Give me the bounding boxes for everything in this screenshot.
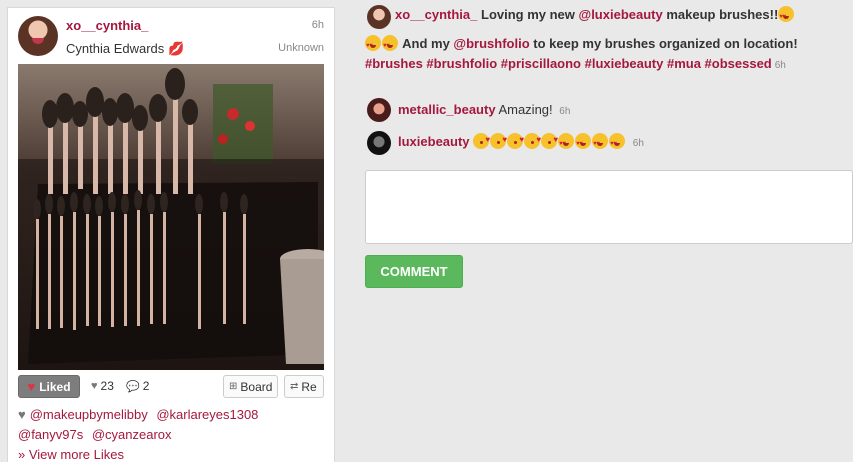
mention-link[interactable]: @brushfolio — [453, 36, 529, 51]
full-name-text: Cynthia Edwards — [66, 41, 165, 56]
liker-link[interactable]: @fanyv97s — [18, 427, 83, 442]
comment-username[interactable]: metallic_beauty — [398, 102, 496, 117]
plus-square-icon: ⊞ — [229, 381, 238, 392]
brushes-photo-illustration — [18, 64, 324, 370]
heart-eyes-emoji-icon — [592, 133, 609, 154]
comments-count-value: 2 — [142, 379, 150, 393]
heart-eyes-emoji-icon — [365, 35, 381, 56]
comment-username[interactable]: luxiebeauty — [398, 134, 470, 149]
comment-time: 6h — [632, 138, 644, 149]
heart-eyes-emoji-icon — [575, 133, 592, 154]
liked-button[interactable]: ♥ Liked — [18, 375, 80, 398]
commenter-avatar[interactable] — [367, 98, 391, 122]
kiss-lips-icon: 💋 — [168, 41, 185, 56]
mention-link[interactable]: @luxiebeauty — [579, 7, 663, 22]
repost-button[interactable]: ⇄ Re — [284, 375, 324, 398]
post-actions: ♥ Liked ♥ 23 💬 2 ⊞ Board ⇄ Re — [18, 375, 324, 399]
board-label: Board — [240, 379, 273, 394]
heart-eyes-emoji-icon — [609, 133, 626, 154]
user-avatar[interactable] — [18, 16, 58, 56]
comment-emoji-row — [473, 130, 630, 154]
board-button[interactable]: ⊞ Board — [223, 375, 279, 398]
post-card: xo__cynthia_ Cynthia Edwards 💋 6h Unknown — [7, 7, 335, 462]
repost-arrows-icon: ⇄ — [290, 381, 299, 392]
comment-button[interactable]: Comment — [365, 255, 463, 288]
caption: xo__cynthia_ Loving my new @luxiebeauty … — [395, 5, 835, 27]
post-header: xo__cynthia_ Cynthia Edwards 💋 6h Unknown — [8, 8, 334, 64]
comment-item: metallic_beauty Amazing! 6h — [398, 100, 570, 122]
caption-username[interactable]: xo__cynthia_ — [395, 7, 477, 22]
likes-count-value: 23 — [100, 379, 114, 393]
kiss-emoji-icon — [473, 130, 490, 150]
comment-input[interactable] — [365, 170, 853, 244]
kiss-emoji-icon — [490, 130, 507, 150]
comments-count[interactable]: 💬 2 — [126, 379, 149, 393]
likes-heart-icon: ♥ — [18, 407, 26, 422]
kiss-emoji-icon — [524, 130, 541, 150]
heart-icon: ♥ — [27, 379, 36, 394]
comment-item: luxiebeauty 6h — [398, 130, 644, 154]
kiss-emoji-icon — [507, 130, 524, 150]
caption-avatar[interactable] — [367, 5, 391, 29]
post-username[interactable]: xo__cynthia_ — [66, 18, 148, 33]
caption-text-4: to keep my brushes organized on location… — [529, 36, 798, 51]
comment-time: 6h — [559, 106, 571, 117]
liker-link[interactable]: @karlareyes1308 — [156, 407, 258, 422]
liked-label: Liked — [39, 379, 71, 394]
caption-text-2: makeup brushes!! — [662, 7, 779, 22]
repost-label: Re — [301, 379, 317, 394]
caption-text-3: And my — [399, 36, 454, 51]
caption-continued: And my @brushfolio to keep my brushes or… — [365, 34, 805, 76]
post-photo[interactable] — [18, 64, 324, 370]
post-time: 6h — [311, 19, 324, 31]
heart-eyes-emoji-icon — [382, 35, 398, 56]
caption-time: 6h — [774, 60, 786, 71]
heart-outline-icon: ♥ — [91, 380, 98, 392]
comment-bubble-icon: 💬 — [126, 380, 140, 393]
hashtags[interactable]: #brushes #brushfolio #priscillaono #luxi… — [365, 56, 772, 71]
liker-link[interactable]: @cyanzearox — [92, 427, 172, 442]
comment-text: Amazing! — [498, 102, 553, 117]
post-full-name: Cynthia Edwards 💋 — [66, 41, 184, 57]
kiss-emoji-icon — [541, 130, 558, 150]
liker-link[interactable]: @makeupbymelibby — [30, 407, 148, 422]
likes-count[interactable]: ♥ 23 — [91, 379, 114, 393]
commenter-avatar[interactable] — [367, 131, 391, 155]
post-location: Unknown — [278, 42, 324, 54]
view-more-likes-link[interactable]: » View more Likes — [18, 447, 124, 462]
heart-eyes-emoji-icon — [778, 6, 795, 27]
caption-text-1: Loving my new — [481, 7, 579, 22]
likers-list: ♥ @makeupbymelibby @karlareyes1308 @fanyv… — [18, 405, 324, 462]
heart-eyes-emoji-icon — [558, 133, 575, 154]
